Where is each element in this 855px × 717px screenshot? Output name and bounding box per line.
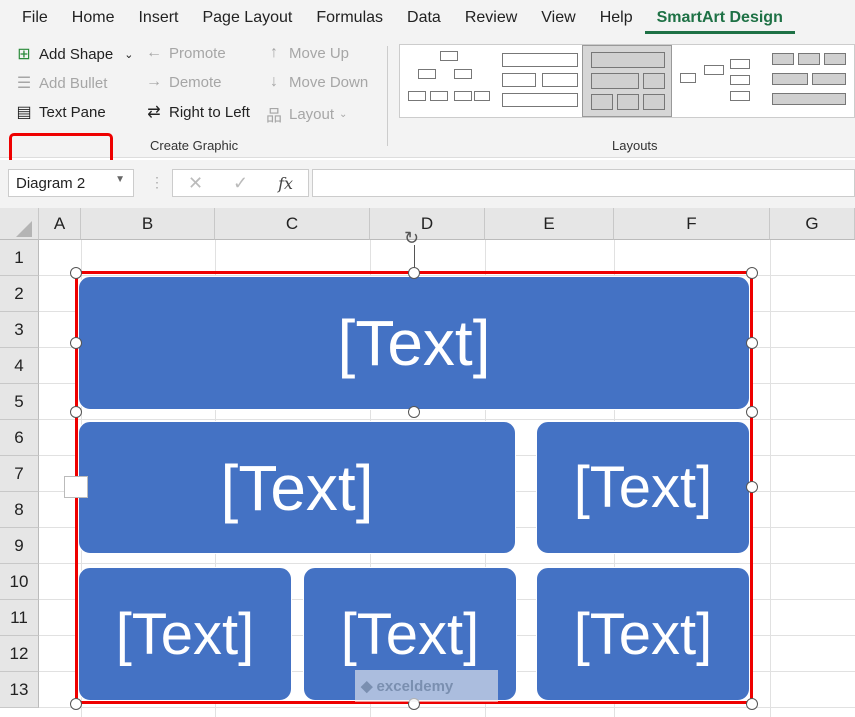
row-header-1[interactable]: 1 [0,240,39,276]
name-box[interactable]: Diagram 2 ▼ [8,169,134,197]
demote-button[interactable]: → Demote [144,73,222,91]
tab-home[interactable]: Home [60,9,127,27]
group-label-create-graphic: Create Graphic [150,138,239,153]
column-header-d[interactable]: D [370,208,485,240]
row-header-3[interactable]: 3 [0,312,39,348]
swap-arrows-icon: ⇄ [147,104,161,121]
resize-handle[interactable] [70,337,82,349]
enter-check-icon[interactable]: ✓ [233,173,248,194]
arrow-down-icon: ↓ [270,73,278,90]
chevron-down-icon: ⌄ [339,108,348,120]
layout-button[interactable]: 品 Layout ⌄ [264,102,347,126]
smartart-shape-bottom-left[interactable]: [Text] [78,567,292,701]
resize-handle[interactable] [746,698,758,710]
tab-review[interactable]: Review [453,9,529,27]
layout-option-org-chart[interactable] [404,45,494,117]
add-bullet-button[interactable]: ☰ Add Bullet [14,73,108,93]
arrow-right-icon: → [146,73,162,90]
chevron-down-icon: ⌄ [124,48,134,61]
divider [387,46,388,146]
group-label-layouts: Layouts [612,138,658,153]
row-header-7[interactable]: 7 [0,456,39,492]
row-header-2[interactable]: 2 [0,276,39,312]
resize-handle[interactable] [746,337,758,349]
column-header-c[interactable]: C [215,208,370,240]
layout-option-labeled-hierarchy[interactable] [766,45,855,117]
smartart-shape-bottom-right[interactable]: [Text] [536,567,750,701]
move-up-button[interactable]: ↑ Move Up [264,44,349,62]
column-header-a[interactable]: A [39,208,81,240]
text-pane-button[interactable]: ▤ Text Pane [14,102,105,122]
tab-data[interactable]: Data [395,9,453,27]
resize-handle[interactable] [746,406,758,418]
rotate-handle-icon[interactable]: ↻ [404,228,419,249]
resize-handle[interactable] [408,406,420,418]
resize-handle[interactable] [70,406,82,418]
row-header-12[interactable]: 12 [0,636,39,672]
row-header-5[interactable]: 5 [0,384,39,420]
layout-option-hierarchy[interactable] [496,45,586,117]
grip-icon: ⋮ [150,174,164,190]
resize-handle[interactable] [408,267,420,279]
hierarchy-icon: 品 [265,108,282,125]
column-header-b[interactable]: B [81,208,215,240]
row-header-13[interactable]: 13 [0,672,39,708]
insert-function-icon[interactable]: fx [278,174,293,193]
smartart-shape-top[interactable]: [Text] [78,276,750,410]
cancel-icon[interactable]: ✕ [188,173,203,194]
formula-input[interactable] [312,169,855,197]
chevron-down-icon: ▼ [115,174,125,185]
arrow-up-icon: ↑ [270,44,278,61]
select-all-corner[interactable] [0,208,39,240]
smartart-shape-middle-right[interactable]: [Text] [536,421,750,554]
move-down-button[interactable]: ↓ Move Down [264,73,368,91]
layouts-gallery [399,44,855,118]
tab-help[interactable]: Help [588,9,645,27]
tab-insert[interactable]: Insert [126,9,190,27]
promote-button[interactable]: ← Promote [144,44,226,62]
tab-formulas[interactable]: Formulas [304,9,395,27]
column-header-e[interactable]: E [485,208,614,240]
bullet-list-icon: ☰ [16,75,32,92]
add-shape-icon: ⊞ [17,46,31,63]
text-pane-toggle[interactable] [64,476,88,498]
watermark-logo: ◆ exceldemy [355,670,498,702]
arrow-left-icon: ← [146,44,162,61]
layout-option-horizontal-hierarchy[interactable] [676,45,766,117]
tab-smartart-design[interactable]: SmartArt Design [644,9,795,34]
tab-page-layout[interactable]: Page Layout [190,9,304,27]
row-header-9[interactable]: 9 [0,528,39,564]
layout-option-table-hierarchy[interactable] [582,45,672,117]
row-gridline [39,707,855,708]
text-pane-icon: ▤ [16,104,32,121]
add-shape-button[interactable]: ⊞ Add Shape ⌄ [14,44,133,64]
menu-bar: File Home Insert Page Layout Formulas Da… [0,0,855,36]
resize-handle[interactable] [746,267,758,279]
resize-handle[interactable] [70,267,82,279]
tab-file[interactable]: File [0,9,60,27]
formula-buttons: ✕ ✓ fx [172,169,309,197]
tab-view[interactable]: View [529,9,587,27]
resize-handle[interactable] [746,481,758,493]
row-header-11[interactable]: 11 [0,600,39,636]
right-to-left-button[interactable]: ⇄ Right to Left [144,102,250,122]
column-header-f[interactable]: F [614,208,770,240]
resize-handle[interactable] [70,698,82,710]
row-header-8[interactable]: 8 [0,492,39,528]
column-header-g[interactable]: G [770,208,855,240]
smartart-shape-middle-left[interactable]: [Text] [78,421,516,554]
formula-bar: Diagram 2 ▼ ⋮ ✕ ✓ fx [0,160,855,208]
logo-icon: ◆ [361,678,373,695]
row-header-10[interactable]: 10 [0,564,39,600]
row-header-4[interactable]: 4 [0,348,39,384]
row-header-6[interactable]: 6 [0,420,39,456]
